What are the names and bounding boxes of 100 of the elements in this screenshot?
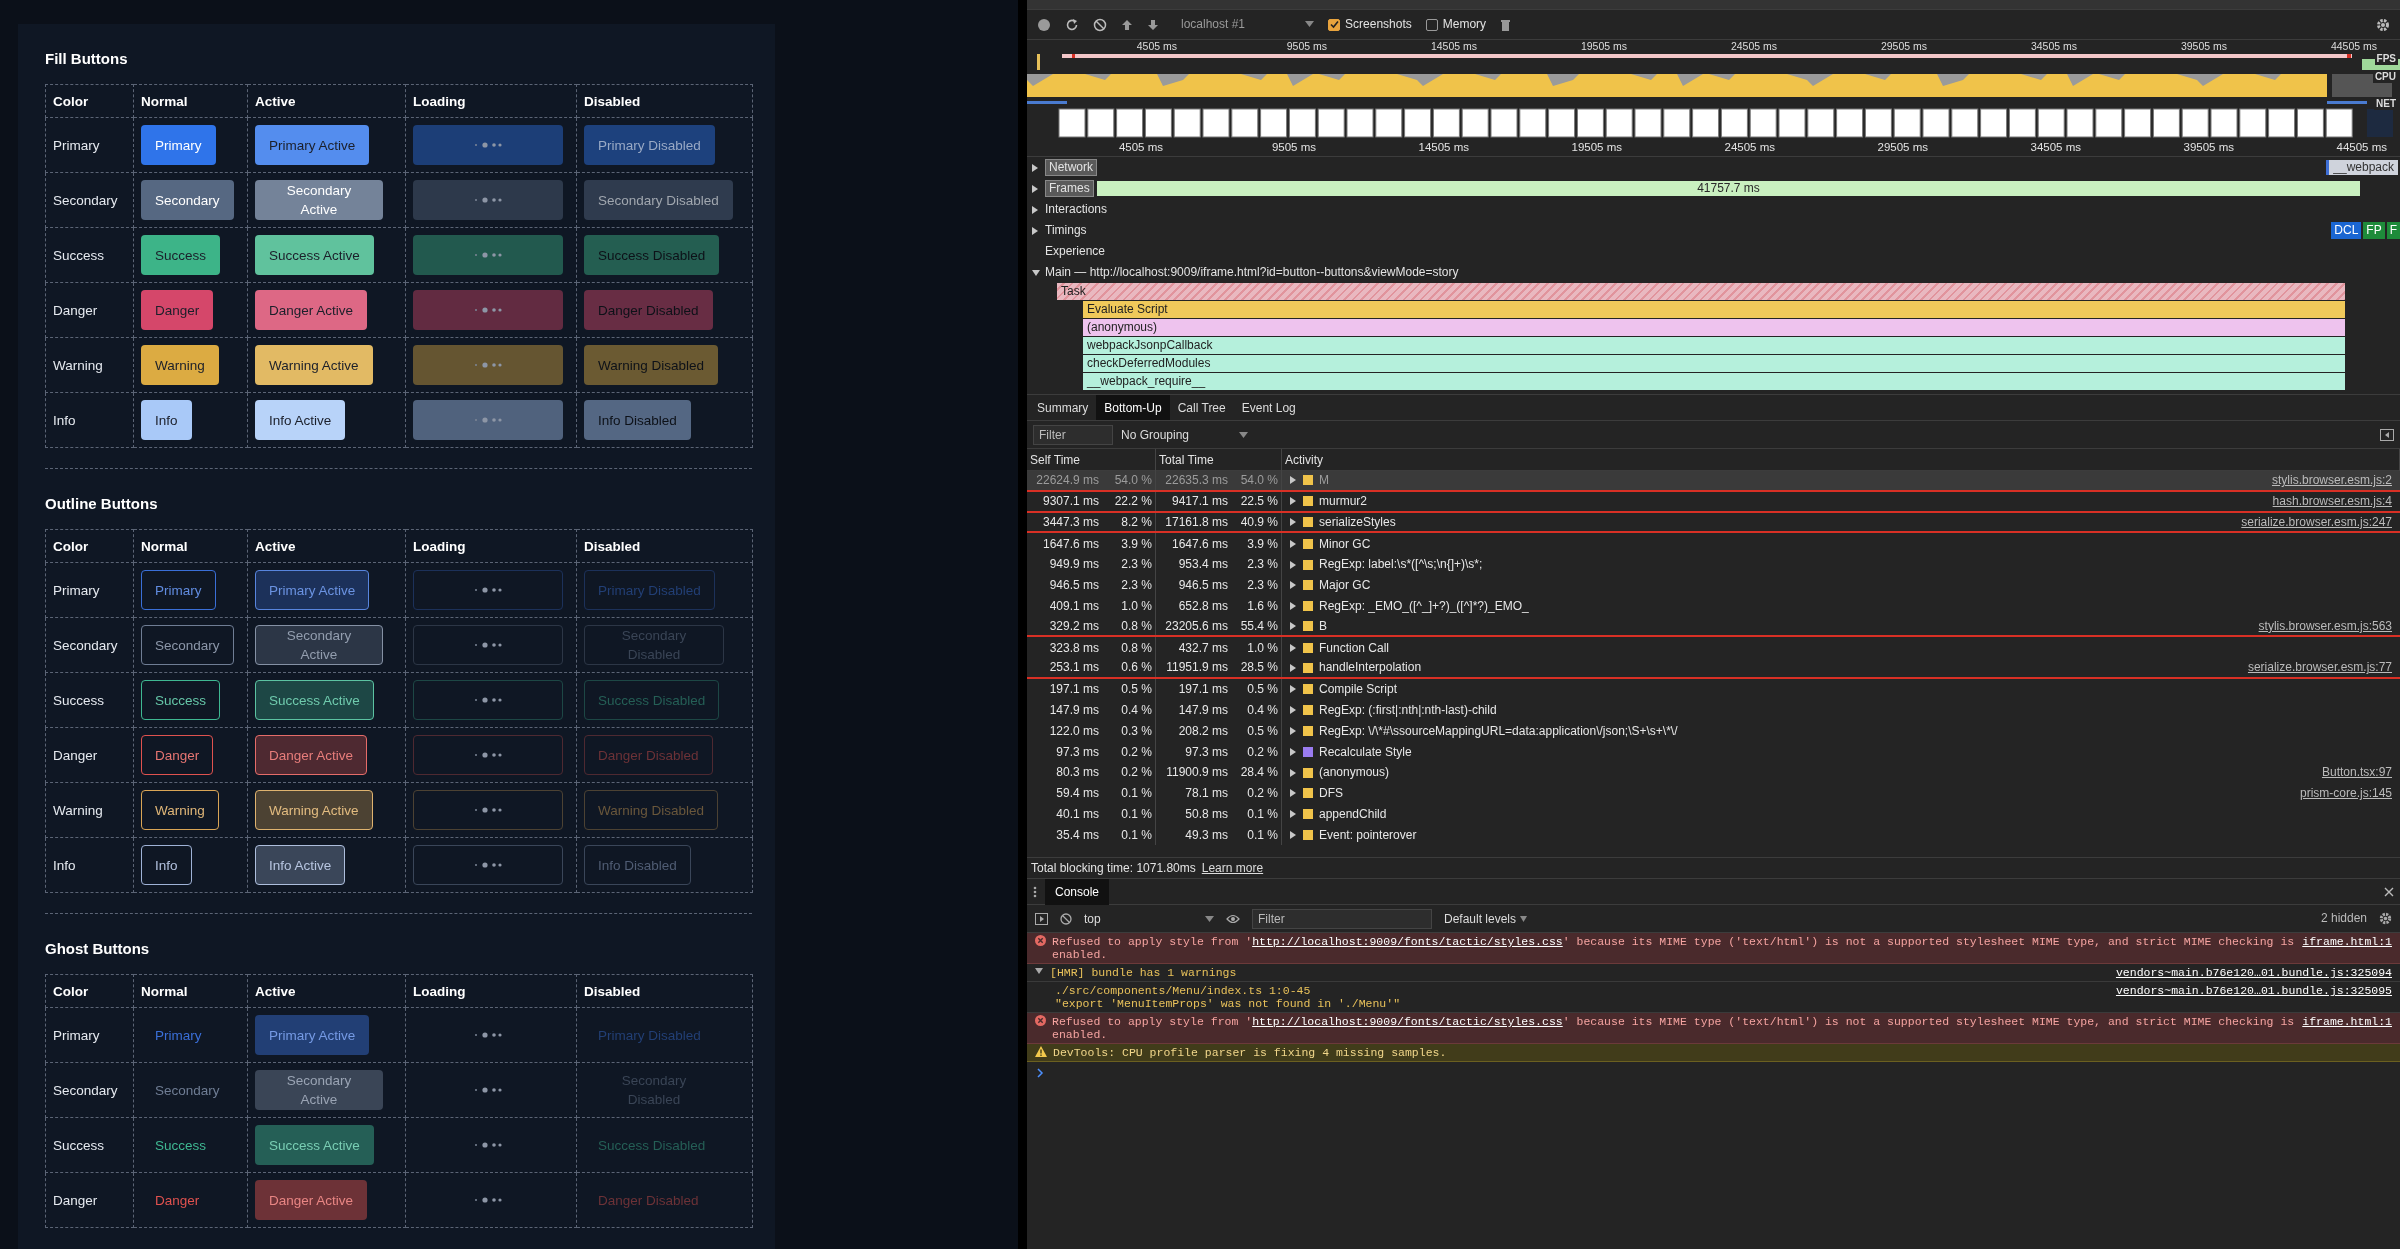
- button[interactable]: Success Active: [255, 235, 374, 275]
- grouping-dropdown[interactable]: No Grouping: [1121, 427, 1291, 442]
- button[interactable]: Info: [141, 845, 192, 885]
- url-link[interactable]: http://localhost:9009/fonts/tactic/styles.css: [1252, 935, 1563, 948]
- button[interactable]: Info Active: [255, 400, 346, 440]
- tab[interactable]: Summary: [1029, 395, 1097, 420]
- button[interactable]: Primary Active: [255, 1015, 370, 1055]
- source-link[interactable]: stylis.browser.esm.js:563: [2258, 618, 2392, 634]
- table-row[interactable]: 949.9 ms 2.3 % 953.4 ms 2.3 % RegExp: label:\s*([^\s;\n{]+)\s*;: [1027, 554, 2400, 575]
- table-row[interactable]: 59.4 ms 0.1 % 78.1 ms 0.2 % DFS prism-core.js:145: [1027, 782, 2400, 804]
- table-row[interactable]: 323.8 ms 0.8 % 432.7 ms 1.0 % Function Call: [1027, 637, 2400, 659]
- button[interactable]: Primary: [141, 570, 216, 610]
- button[interactable]: Secondary: [141, 180, 234, 220]
- source-link[interactable]: vendors~main.b76e120…01.bundle.js:325094: [2115, 966, 2392, 979]
- source-link[interactable]: iframe.html:1: [2302, 1015, 2392, 1028]
- prompt-icon[interactable]: [1037, 1068, 1044, 1078]
- expand-arrow-icon[interactable]: [1289, 684, 1297, 695]
- button[interactable]: Success Active: [255, 680, 374, 720]
- settings-icon[interactable]: [2379, 912, 2392, 925]
- sidebar-icon[interactable]: [1035, 912, 1048, 925]
- button[interactable]: Warning Active: [255, 790, 373, 830]
- settings-icon[interactable]: [2376, 17, 2390, 32]
- table-row[interactable]: 80.3 ms 0.2 % 11900.9 ms 28.4 % (anonymous) Button.tsx:97: [1027, 762, 2400, 783]
- sidebar-toggle-icon[interactable]: [2380, 428, 2394, 441]
- table-row[interactable]: 3447.3 ms 8.2 % 17161.8 ms 40.9 % serializeStyles serialize.browser.esm.js:247: [1027, 512, 2400, 534]
- button[interactable]: Danger: [141, 290, 214, 330]
- button[interactable]: Danger Active: [255, 735, 368, 775]
- button[interactable]: Danger Active: [255, 290, 368, 330]
- button[interactable]: Info Active: [255, 845, 346, 885]
- button[interactable]: Secondary Active: [255, 625, 383, 665]
- table-row[interactable]: 946.5 ms 2.3 % 946.5 ms 2.3 % Major GC: [1027, 575, 2400, 596]
- button[interactable]: Primary Active: [255, 570, 370, 610]
- expand-arrow-icon[interactable]: [1289, 642, 1297, 653]
- learn-more-link[interactable]: Learn more: [1201, 860, 1264, 876]
- table-row[interactable]: 122.0 ms 0.3 % 208.2 ms 0.5 % RegExp: \/\*#\ssourceMappingURL=data:application\/json;\S+\s+\*\/: [1027, 720, 2400, 742]
- table-row[interactable]: 253.1 ms 0.6 % 11951.9 ms 28.5 % handleInterpolation serialize.browser.esm.js:77: [1027, 658, 2400, 679]
- expand-arrow-icon[interactable]: [1289, 809, 1297, 820]
- tab[interactable]: Bottom-Up: [1096, 395, 1170, 420]
- upload-icon[interactable]: [1121, 17, 1133, 32]
- source-link[interactable]: Button.tsx:97: [2321, 765, 2392, 780]
- table-row[interactable]: 197.1 ms 0.5 % 197.1 ms 0.5 % Compile Script: [1027, 678, 2400, 700]
- table-row[interactable]: 40.1 ms 0.1 % 50.8 ms 0.1 % appendChild: [1027, 803, 2400, 825]
- clear-icon[interactable]: [1093, 17, 1107, 32]
- track-label[interactable]: Timings: [1045, 223, 1087, 238]
- table-row[interactable]: 1647.6 ms 3.9 % 1647.6 ms 3.9 % Minor GC: [1027, 533, 2400, 555]
- source-link[interactable]: vendors~main.b76e120…01.bundle.js:325095: [2115, 984, 2392, 997]
- button[interactable]: Secondary Active: [255, 180, 383, 220]
- expand-arrow-icon[interactable]: [1289, 662, 1297, 673]
- button[interactable]: Primary: [141, 125, 216, 165]
- button[interactable]: Warning: [141, 345, 219, 385]
- expand-arrow-icon[interactable]: [1289, 725, 1297, 736]
- expand-arrow-icon[interactable]: [1289, 767, 1297, 778]
- context-dropdown[interactable]: top: [1084, 911, 1214, 926]
- expand-arrow-icon[interactable]: [1289, 475, 1297, 486]
- tab[interactable]: Event Log: [1233, 395, 1304, 420]
- track-label[interactable]: Main — http://localhost:9009/iframe.html?id=button--buttons&viewMode=story: [1045, 265, 1459, 280]
- download-icon[interactable]: [1147, 17, 1159, 32]
- source-link[interactable]: stylis.browser.esm.js:2: [2271, 473, 2392, 488]
- expand-arrow-icon[interactable]: [1289, 746, 1297, 757]
- expand-arrow-icon[interactable]: [1289, 496, 1297, 507]
- button[interactable]: Secondary: [141, 625, 234, 665]
- button[interactable]: Primary Active: [255, 125, 370, 165]
- button[interactable]: Success: [141, 235, 221, 275]
- button[interactable]: Warning: [141, 790, 219, 830]
- checkbox[interactable]: [1328, 18, 1341, 31]
- source-link[interactable]: serialize.browser.esm.js:77: [2247, 660, 2392, 675]
- expand-arrow-icon[interactable]: [1289, 601, 1297, 612]
- button[interactable]: Success Active: [255, 1125, 374, 1165]
- filter-field[interactable]: Filter: [1033, 424, 1113, 445]
- eye-icon[interactable]: [1226, 913, 1240, 924]
- url-link[interactable]: http://localhost:9009/fonts/tactic/styles.css: [1252, 1015, 1563, 1028]
- table-row[interactable]: 329.2 ms 0.8 % 23205.6 ms 55.4 % B stylis.browser.esm.js:563: [1027, 616, 2400, 638]
- table-row[interactable]: 9307.1 ms 22.2 % 9417.1 ms 22.5 % murmur2 hash.browser.esm.js:4: [1027, 491, 2400, 513]
- button[interactable]: Info: [141, 400, 192, 440]
- expand-arrow-icon[interactable]: [1289, 538, 1297, 549]
- track-label[interactable]: Network: [1045, 159, 1097, 176]
- collapse-arrow-icon[interactable]: [1035, 966, 1044, 975]
- table-row[interactable]: 409.1 ms 1.0 % 652.8 ms 1.6 % RegExp: _EMO_([^_]+?)_([^]*?)_EMO_: [1027, 595, 2400, 617]
- more-options-icon[interactable]: [1033, 885, 1037, 898]
- close-icon[interactable]: [2384, 886, 2394, 897]
- button[interactable]: Secondary Active: [255, 1070, 383, 1110]
- trash-icon[interactable]: [1500, 18, 1512, 31]
- button[interactable]: Success: [141, 680, 221, 720]
- expand-arrow-icon[interactable]: [1289, 705, 1297, 716]
- record-icon[interactable]: [1037, 17, 1051, 32]
- checkbox[interactable]: [1425, 18, 1438, 31]
- expand-arrow-icon[interactable]: [1289, 620, 1297, 631]
- expand-arrow-icon[interactable]: [1289, 829, 1297, 840]
- console-tab[interactable]: Console: [1045, 878, 1110, 905]
- expand-arrow-icon[interactable]: [1289, 517, 1297, 527]
- source-link[interactable]: serialize.browser.esm.js:247: [2241, 514, 2392, 530]
- table-row[interactable]: 97.3 ms 0.2 % 97.3 ms 0.2 % Recalculate Style: [1027, 741, 2400, 763]
- reload-icon[interactable]: [1065, 17, 1079, 32]
- table-row[interactable]: 147.9 ms 0.4 % 147.9 ms 0.4 % RegExp: (:first|:nth|:nth-last)-child: [1027, 699, 2400, 721]
- source-link[interactable]: hash.browser.esm.js:4: [2272, 494, 2392, 509]
- source-link[interactable]: prism-core.js:145: [2299, 786, 2392, 801]
- track-label[interactable]: Frames: [1045, 180, 1094, 197]
- source-link[interactable]: iframe.html:1: [2302, 935, 2392, 948]
- expand-arrow-icon[interactable]: [1289, 559, 1297, 570]
- button[interactable]: Warning Active: [255, 345, 373, 385]
